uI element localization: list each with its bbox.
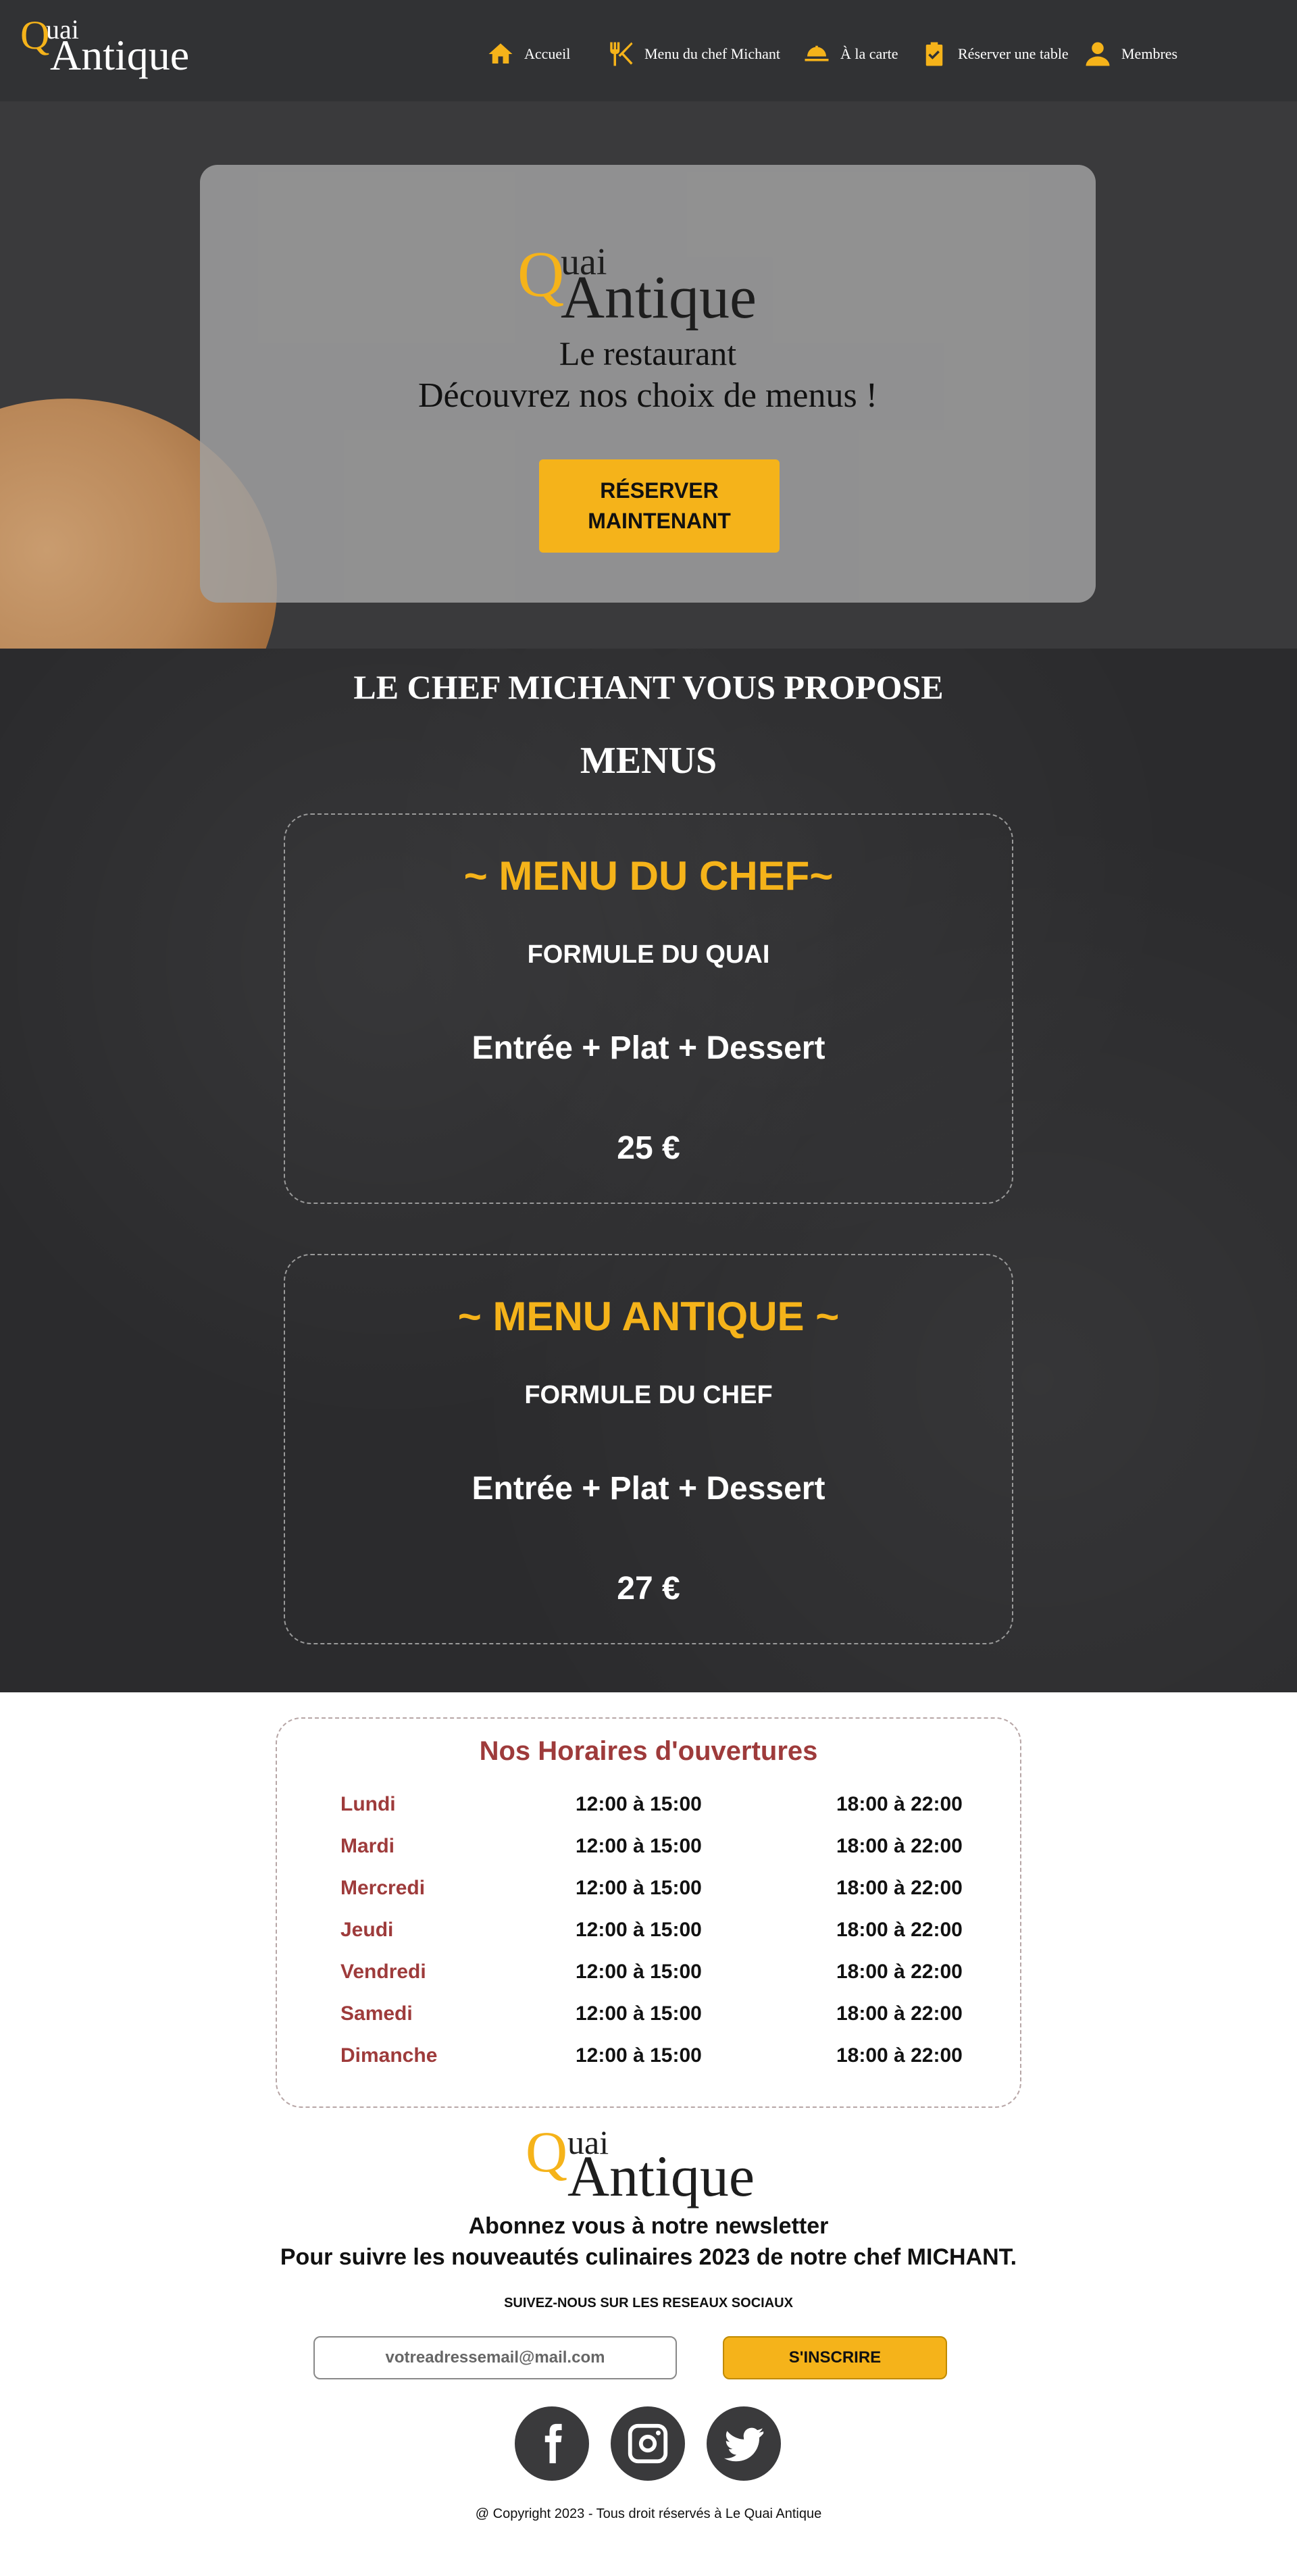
hours-day: Jeudi — [340, 1919, 394, 1941]
hours-row: Mercredi 12:00 à 15:00 18:00 à 22:00 — [277, 1877, 1020, 1911]
logo-antique: Antique — [561, 264, 757, 331]
hero-section: Q uai Antique Le restaurant Découvrez no… — [0, 101, 1297, 649]
hero-logo: Q uai Antique — [517, 239, 774, 334]
opening-hours-card: Nos Horaires d'ouvertures Lundi 12:00 à … — [276, 1717, 1021, 2108]
hours-day: Mardi — [340, 1835, 395, 1857]
nav-item-label: Accueil — [524, 45, 571, 62]
hours-day: Vendredi — [340, 1961, 426, 1983]
logo-antique: Antique — [50, 31, 190, 79]
clipboard-check-icon — [925, 42, 943, 66]
hours-lunch: 12:00 à 15:00 — [576, 2044, 702, 2067]
nav-item-label: Membres — [1121, 45, 1178, 62]
newsletter-description: Pour suivre les nouveautés culinaires 20… — [280, 2244, 1017, 2270]
user-icon — [1086, 42, 1110, 66]
utensils-icon — [610, 42, 633, 66]
menu-card-chef: ~ MENU DU CHEF~ FORMULE DU QUAI Entrée +… — [284, 813, 1013, 1204]
hours-row: Samedi 12:00 à 15:00 18:00 à 22:00 — [277, 2002, 1020, 2036]
hours-row: Mardi 12:00 à 15:00 18:00 à 22:00 — [277, 1835, 1020, 1869]
menu-card-title: ~ MENU ANTIQUE ~ — [457, 1294, 840, 1339]
facebook-link[interactable] — [515, 2406, 589, 2481]
hours-day: Dimanche — [340, 2044, 438, 2067]
nav-item-label: Menu du chef Michant — [644, 45, 780, 62]
hours-lunch: 12:00 à 15:00 — [576, 1919, 702, 1941]
twitter-link[interactable] — [707, 2406, 781, 2481]
hours-dinner: 18:00 à 22:00 — [836, 1919, 963, 1941]
home-icon — [488, 43, 513, 64]
menu-card-subtitle: FORMULE DU CHEF — [524, 1381, 773, 1409]
facebook-icon — [544, 2423, 562, 2464]
hours-lunch: 12:00 à 15:00 — [576, 1877, 702, 1899]
hours-row: Lundi 12:00 à 15:00 18:00 à 22:00 — [277, 1793, 1020, 1827]
hours-dinner: 18:00 à 22:00 — [836, 1961, 963, 1983]
hours-lunch: 12:00 à 15:00 — [576, 1961, 702, 1983]
nav-item-label: Réserver une table — [958, 45, 1069, 62]
menus-section: LE CHEF MICHANT VOUS PROPOSE MENUS ~ MEN… — [0, 649, 1297, 1692]
hours-day: Mercredi — [340, 1877, 426, 1899]
instagram-link[interactable] — [611, 2406, 685, 2481]
opening-hours-title: Nos Horaires d'ouvertures — [479, 1736, 818, 1766]
hours-row: Jeudi 12:00 à 15:00 18:00 à 22:00 — [277, 1919, 1020, 1952]
hours-lunch: 12:00 à 15:00 — [576, 2002, 702, 2025]
hours-dinner: 18:00 à 22:00 — [836, 2002, 963, 2025]
subscribe-button[interactable]: S'INSCRIRE — [723, 2336, 947, 2379]
logo-q: Q — [526, 2119, 568, 2184]
menu-card-description: Entrée + Plat + Dessert — [472, 1471, 825, 1507]
hours-lunch: 12:00 à 15:00 — [576, 1793, 702, 1815]
nav-item-reserver[interactable]: Réserver une table — [920, 35, 1069, 73]
nav-item-label: À la carte — [840, 45, 898, 62]
hero-tagline: Découvrez nos choix de menus ! — [417, 376, 878, 415]
nav-item-a-la-carte[interactable]: À la carte — [803, 35, 898, 73]
hero-card: Q uai Antique Le restaurant Découvrez no… — [200, 165, 1096, 603]
newsletter-title: Abonnez vous à notre newsletter — [468, 2213, 829, 2239]
nav-item-membres[interactable]: Membres — [1084, 35, 1177, 73]
menu-card-description: Entrée + Plat + Dessert — [472, 1030, 825, 1066]
hours-dinner: 18:00 à 22:00 — [836, 2044, 963, 2067]
hours-lunch: 12:00 à 15:00 — [576, 1835, 702, 1857]
brand-logo[interactable]: Q uai Antique — [20, 13, 189, 81]
logo-q: Q — [20, 13, 50, 57]
hours-row: Dimanche 12:00 à 15:00 18:00 à 22:00 — [277, 2044, 1020, 2078]
menu-card-antique: ~ MENU ANTIQUE ~ FORMULE DU CHEF Entrée … — [284, 1254, 1013, 1644]
top-navbar: Q uai Antique Accueil Menu du chef Micha… — [0, 0, 1297, 101]
reserve-now-button[interactable]: RÉSERVER MAINTENANT — [539, 459, 780, 553]
cloche-icon — [805, 45, 829, 61]
hours-day: Samedi — [340, 2002, 413, 2025]
nav-item-menu-du-chef[interactable]: Menu du chef Michant — [607, 35, 780, 73]
menu-card-title: ~ MENU DU CHEF~ — [463, 853, 834, 899]
hours-row: Vendredi 12:00 à 15:00 18:00 à 22:00 — [277, 1961, 1020, 1994]
social-caption: SUIVEZ-NOUS SUR LES RESEAUX SOCIAUX — [504, 2296, 793, 2310]
footer-logo: Q uai Antique — [526, 2123, 769, 2211]
menu-card-price: 27 € — [617, 1571, 680, 1607]
logo-q: Q — [517, 238, 565, 310]
copyright-text: @ Copyright 2023 - Tous droit réservés à… — [475, 2506, 822, 2521]
menu-card-price: 25 € — [617, 1130, 680, 1166]
menu-card-subtitle: FORMULE DU QUAI — [527, 940, 770, 969]
hero-subtitle: Le restaurant — [559, 334, 737, 372]
hours-dinner: 18:00 à 22:00 — [836, 1877, 963, 1899]
hours-dinner: 18:00 à 22:00 — [836, 1835, 963, 1857]
hours-dinner: 18:00 à 22:00 — [836, 1793, 963, 1815]
nav-item-accueil[interactable]: Accueil — [486, 35, 570, 73]
menus-title: MENUS — [580, 740, 717, 782]
hours-day: Lundi — [340, 1793, 396, 1815]
instagram-icon — [628, 2423, 668, 2464]
menus-heading: LE CHEF MICHANT VOUS PROPOSE — [353, 668, 944, 706]
logo-antique: Antique — [567, 2144, 755, 2208]
newsletter-email-input[interactable] — [313, 2336, 677, 2379]
twitter-icon — [723, 2427, 764, 2462]
